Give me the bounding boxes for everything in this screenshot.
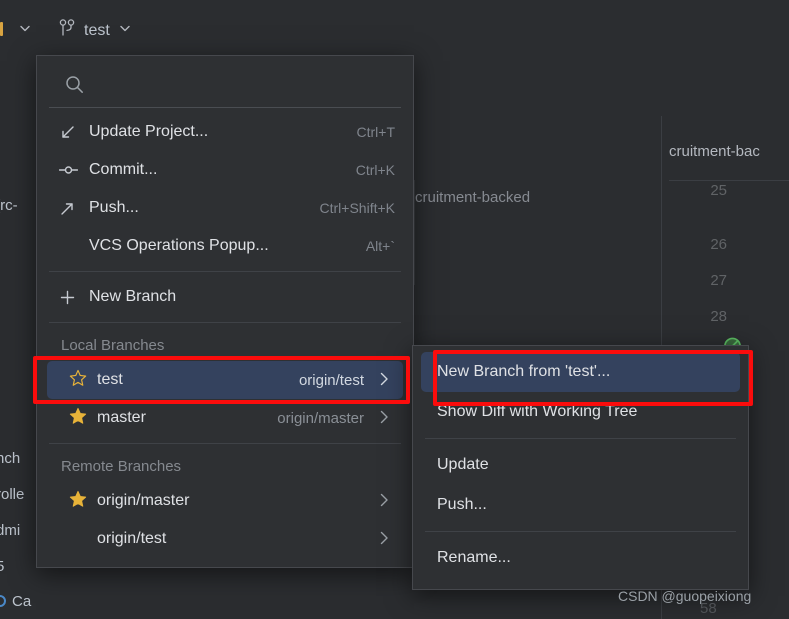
branch-tracking-label: origin/test [298, 371, 364, 389]
submenu-item-label: Show Diff with Working Tree [437, 403, 638, 420]
git-branches-popup: Update Project... Ctrl+T Commit... Ctrl+… [36, 55, 414, 568]
chevron-right-icon[interactable] [380, 410, 389, 427]
bg-tree-item[interactable]: Ca [0, 593, 31, 610]
commit-icon [59, 163, 89, 177]
current-branch-label: test [84, 21, 110, 39]
editor-breadcrumb: cruitment-backed [415, 189, 531, 206]
bg-tree-clipped-item: nch [0, 450, 21, 467]
submenu-item-update[interactable]: Update [421, 445, 740, 485]
menu-item-shortcut: Ctrl+K [355, 162, 395, 178]
menu-item-update-project[interactable]: Update Project... Ctrl+T [37, 113, 413, 151]
menu-item-push[interactable]: Push... Ctrl+Shift+K [37, 189, 413, 227]
branch-widget-chevron-down-icon[interactable] [118, 21, 132, 40]
menu-separator [49, 271, 401, 272]
menu-separator [49, 443, 401, 444]
toolbar-left-accent [0, 22, 3, 36]
branch-tracking-label: origin/master [277, 409, 364, 427]
submenu-item-label: Rename... [437, 549, 511, 566]
line-number: 25 [710, 182, 727, 199]
branch-name-label: origin/master [97, 492, 190, 509]
class-circle-icon [0, 595, 6, 607]
menu-item-label: New Branch [89, 288, 177, 305]
editor-tab-title[interactable]: cruitment-bac [669, 143, 760, 160]
branch-name-label: test [97, 371, 123, 388]
star-outline-icon[interactable] [69, 369, 97, 392]
branch-row-origin-master[interactable]: origin/master [47, 482, 403, 520]
menu-item-label: VCS Operations Popup... [89, 237, 269, 254]
chevron-right-icon[interactable] [380, 493, 389, 510]
menu-item-shortcut: Ctrl+Shift+K [319, 200, 395, 216]
submenu-item-show-diff-with-working-tree[interactable]: Show Diff with Working Tree [421, 392, 740, 432]
submenu-separator [425, 531, 736, 532]
submenu-item-rename[interactable]: Rename... [421, 538, 740, 578]
star-filled-icon[interactable] [69, 490, 97, 513]
main-toolbar: test [0, 0, 789, 58]
branch-row-origin-test[interactable]: origin/test [47, 520, 403, 558]
branch-row-test[interactable]: test origin/test [47, 361, 403, 399]
menu-item-shortcut: Alt+` [365, 238, 395, 254]
search-underline [49, 107, 401, 108]
branch-context-submenu: New Branch from 'test'... Show Diff with… [412, 345, 749, 590]
push-icon [59, 200, 89, 217]
tab-underline [669, 180, 789, 181]
submenu-separator [425, 438, 736, 439]
submenu-item-label: Update [437, 456, 489, 473]
menu-item-new-branch[interactable]: New Branch [37, 278, 413, 316]
chevron-right-icon[interactable] [380, 372, 389, 389]
chevron-right-icon[interactable] [380, 531, 389, 548]
git-branch-icon [58, 18, 76, 43]
menu-item-label: Push... [89, 199, 139, 216]
submenu-item-label: New Branch from 'test'... [437, 363, 611, 380]
submenu-item-new-branch-from-test[interactable]: New Branch from 'test'... [421, 352, 740, 392]
menu-item-vcs-operations-popup[interactable]: VCS Operations Popup... Alt+` [37, 227, 413, 265]
bottom-line-number: 58 [700, 600, 717, 617]
bg-tree-item-label: Ca [12, 593, 32, 610]
menu-item-label: Update Project... [89, 123, 209, 140]
line-number: 27 [710, 272, 727, 289]
ide-screenshot: test cruitment-backed cruitment-bac 25 2… [0, 0, 789, 619]
remote-branches-header: Remote Branches [61, 457, 182, 475]
submenu-item-push[interactable]: Push... [421, 485, 740, 525]
plus-icon [59, 289, 89, 306]
branch-row-master[interactable]: master origin/master [47, 399, 403, 437]
local-branches-header: Local Branches [61, 336, 165, 354]
branch-search-row[interactable] [37, 56, 413, 113]
line-number: 26 [710, 236, 727, 253]
bg-tree-clipped-item: dmi [0, 522, 21, 539]
menu-item-label: Commit... [89, 161, 158, 178]
submenu-item-label: Push... [437, 496, 487, 513]
line-number: 28 [710, 308, 727, 325]
menu-item-shortcut: Ctrl+T [356, 124, 396, 140]
branch-name-label: master [97, 409, 146, 426]
search-icon [65, 75, 84, 99]
bg-tree-clipped-item: 5 [0, 558, 5, 575]
branch-widget[interactable]: test [58, 18, 132, 43]
branch-name-label: origin/test [97, 530, 167, 547]
bg-tree-clipped-item: rolle [0, 486, 25, 503]
menu-separator [49, 322, 401, 323]
bg-tree-clipped-item: [rc- [0, 197, 18, 214]
star-filled-icon[interactable] [69, 407, 97, 430]
editor-panel-divider-left [414, 180, 415, 285]
menu-item-commit[interactable]: Commit... Ctrl+K [37, 151, 413, 189]
watermark-text: CSDN @guopeixiong [618, 588, 752, 604]
update-project-icon [59, 124, 89, 141]
run-config-chevron-down-icon[interactable] [18, 21, 32, 40]
